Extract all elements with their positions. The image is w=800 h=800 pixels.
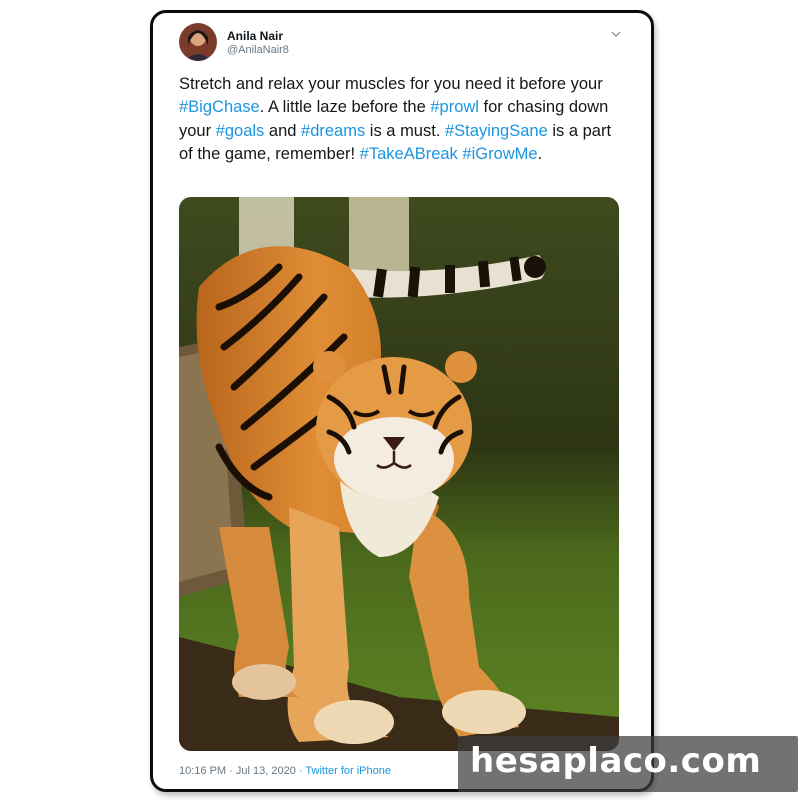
hashtag-link[interactable]: #iGrowMe: [462, 145, 537, 163]
hashtag-link[interactable]: #StayingSane: [445, 122, 548, 140]
tweet-date[interactable]: Jul 13, 2020: [236, 765, 296, 777]
author-name[interactable]: Anila Nair: [227, 29, 283, 43]
tweet-text-part: Stretch and relax your muscles for you n…: [179, 75, 603, 93]
avatar[interactable]: [179, 23, 217, 61]
tweet-text-part: . A little laze before the: [259, 98, 431, 117]
tweet-text-part: .: [537, 144, 543, 163]
watermark-text: hesaplaco.com: [470, 741, 762, 781]
tweet-text: Stretch and relax your muscles for you n…: [179, 73, 629, 166]
tweet-text-part: is a must.: [365, 121, 445, 140]
tweet-source-link[interactable]: Twitter for iPhone: [305, 765, 391, 777]
hashtag-link[interactable]: #BigChase: [179, 98, 260, 116]
chevron-down-icon[interactable]: [609, 27, 623, 41]
tweet-meta: 10:16 PM · Jul 13, 2020 · Twitter for iP…: [179, 765, 391, 777]
author-handle[interactable]: @AnilaNair8: [227, 44, 289, 56]
tweet-text-part: and: [264, 121, 302, 140]
hashtag-link[interactable]: #prowl: [430, 98, 479, 116]
hashtag-link[interactable]: #goals: [216, 122, 265, 140]
hashtag-link[interactable]: #dreams: [301, 122, 365, 140]
meta-separator: ·: [295, 765, 306, 777]
tiger-photo[interactable]: [179, 197, 619, 751]
meta-separator: ·: [226, 765, 236, 777]
tweet-card: Anila Nair @AnilaNair8 Stretch and relax…: [150, 10, 654, 792]
tweet-time[interactable]: 10:16 PM: [179, 765, 226, 777]
hashtag-link[interactable]: #TakeABreak: [360, 145, 458, 163]
watermark-banner: hesaplaco.com: [458, 736, 798, 792]
